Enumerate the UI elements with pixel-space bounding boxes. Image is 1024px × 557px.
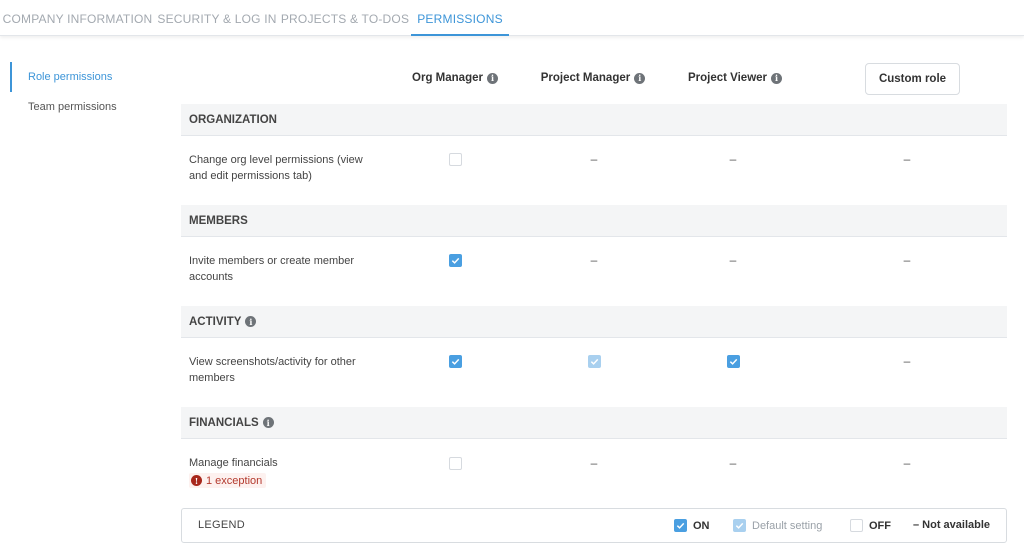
not-available-dash: – xyxy=(729,152,737,166)
settings-tabs: COMPANY INFORMATION SECURITY & LOG IN PR… xyxy=(0,0,1024,36)
section-title: ACTIVITY xyxy=(189,315,242,328)
role-header-project-viewer: Project Viewer i xyxy=(675,70,795,86)
permission-label: Manage financials ! 1 exception xyxy=(189,455,374,489)
info-icon[interactable]: i xyxy=(486,72,498,84)
exception-text: 1 exception xyxy=(206,474,263,487)
checkbox-on[interactable] xyxy=(726,354,740,368)
legend-default: Default setting xyxy=(733,519,822,532)
checkbox-on-icon xyxy=(674,519,687,532)
section-title: ORGANIZATION xyxy=(189,113,277,126)
section-financials: FINANCIALS i xyxy=(181,407,1007,439)
section-organization: ORGANIZATION xyxy=(181,104,1007,136)
info-icon[interactable]: i xyxy=(771,72,783,84)
cell-project-manager[interactable] xyxy=(587,354,601,368)
permission-label: View screenshots/activity for other memb… xyxy=(189,356,356,384)
cell-project-viewer: – xyxy=(726,253,740,267)
checkbox-off-icon xyxy=(850,519,863,532)
not-available-dash: – xyxy=(903,152,911,166)
section-title: FINANCIALS xyxy=(189,416,259,429)
section-title: MEMBERS xyxy=(189,214,248,227)
check-icon xyxy=(451,257,459,264)
not-available-dash: – xyxy=(903,253,911,267)
info-icon[interactable]: i xyxy=(262,417,274,428)
cell-custom-role: – xyxy=(900,354,914,368)
role-label: Project Manager xyxy=(540,72,631,84)
check-icon xyxy=(676,522,685,529)
role-label: Org Manager xyxy=(412,72,483,84)
legend-na-label: – Not available xyxy=(913,519,991,531)
cell-org-manager[interactable] xyxy=(448,152,462,166)
legend-on: ON xyxy=(674,519,710,532)
cell-custom-role: – xyxy=(900,456,914,470)
alert-icon: ! xyxy=(191,475,202,486)
sidebar-item-team-permissions[interactable]: Team permissions xyxy=(10,92,160,122)
checkbox-on[interactable] xyxy=(448,253,462,267)
permission-label: Invite members or create member accounts xyxy=(189,255,355,283)
checkbox-default[interactable] xyxy=(587,354,601,368)
sidebar-item-role-permissions[interactable]: Role permissions xyxy=(10,62,160,92)
cell-org-manager[interactable] xyxy=(448,253,462,267)
check-icon xyxy=(729,358,737,365)
tab-projects-todos[interactable]: PROJECTS & TO-DOS xyxy=(279,0,411,36)
permissions-sidebar: Role permissions Team permissions xyxy=(10,62,160,122)
cell-project-viewer[interactable] xyxy=(726,354,740,368)
checkbox-default-icon xyxy=(733,519,746,532)
not-available-dash: – xyxy=(590,253,598,267)
cell-project-viewer: – xyxy=(726,456,740,470)
cell-project-manager: – xyxy=(587,253,601,267)
check-icon xyxy=(590,358,598,365)
cell-org-manager[interactable] xyxy=(448,354,462,368)
role-label: Project Viewer xyxy=(687,72,768,84)
section-members: MEMBERS xyxy=(181,205,1007,237)
not-available-dash: – xyxy=(903,456,911,470)
legend-title: LEGEND xyxy=(198,519,246,531)
info-icon[interactable]: i xyxy=(634,72,646,84)
cell-project-viewer: – xyxy=(726,152,740,166)
cell-project-manager: – xyxy=(587,152,601,166)
legend-na: – Not available xyxy=(913,519,990,531)
legend: LEGEND ON Default setting OFF – Not avai… xyxy=(181,508,1007,543)
not-available-dash: – xyxy=(590,456,598,470)
section-activity: ACTIVITY i xyxy=(181,306,1007,338)
cell-custom-role: – xyxy=(900,152,914,166)
not-available-dash: – xyxy=(729,456,737,470)
check-icon xyxy=(451,358,459,365)
tab-permissions[interactable]: PERMISSIONS xyxy=(411,0,509,36)
cell-org-manager[interactable] xyxy=(448,456,462,470)
legend-off-label: OFF xyxy=(869,519,891,532)
not-available-dash: – xyxy=(590,152,598,166)
cell-custom-role: – xyxy=(900,253,914,267)
legend-on-label: ON xyxy=(693,519,710,532)
permission-label: Change org level permissions (view and e… xyxy=(189,154,363,182)
checkbox-on[interactable] xyxy=(448,354,462,368)
legend-default-label: Default setting xyxy=(752,519,823,532)
legend-off: OFF xyxy=(850,519,891,532)
not-available-dash: – xyxy=(729,253,737,267)
check-icon xyxy=(735,522,744,529)
permission-label-text: Manage financials xyxy=(189,457,278,469)
tab-company-information[interactable]: COMPANY INFORMATION xyxy=(0,0,155,36)
checkbox-off[interactable] xyxy=(448,456,462,470)
info-icon[interactable]: i xyxy=(245,316,257,327)
not-available-dash: – xyxy=(903,354,911,368)
role-header-org-manager: Org Manager i xyxy=(395,70,515,86)
exception-badge[interactable]: ! 1 exception xyxy=(189,473,267,488)
custom-role-button[interactable]: Custom role xyxy=(865,63,960,95)
cell-project-manager: – xyxy=(587,456,601,470)
role-header-project-manager: Project Manager i xyxy=(529,70,657,86)
checkbox-off[interactable] xyxy=(448,152,462,166)
tab-security-log-in[interactable]: SECURITY & LOG IN xyxy=(155,0,279,36)
